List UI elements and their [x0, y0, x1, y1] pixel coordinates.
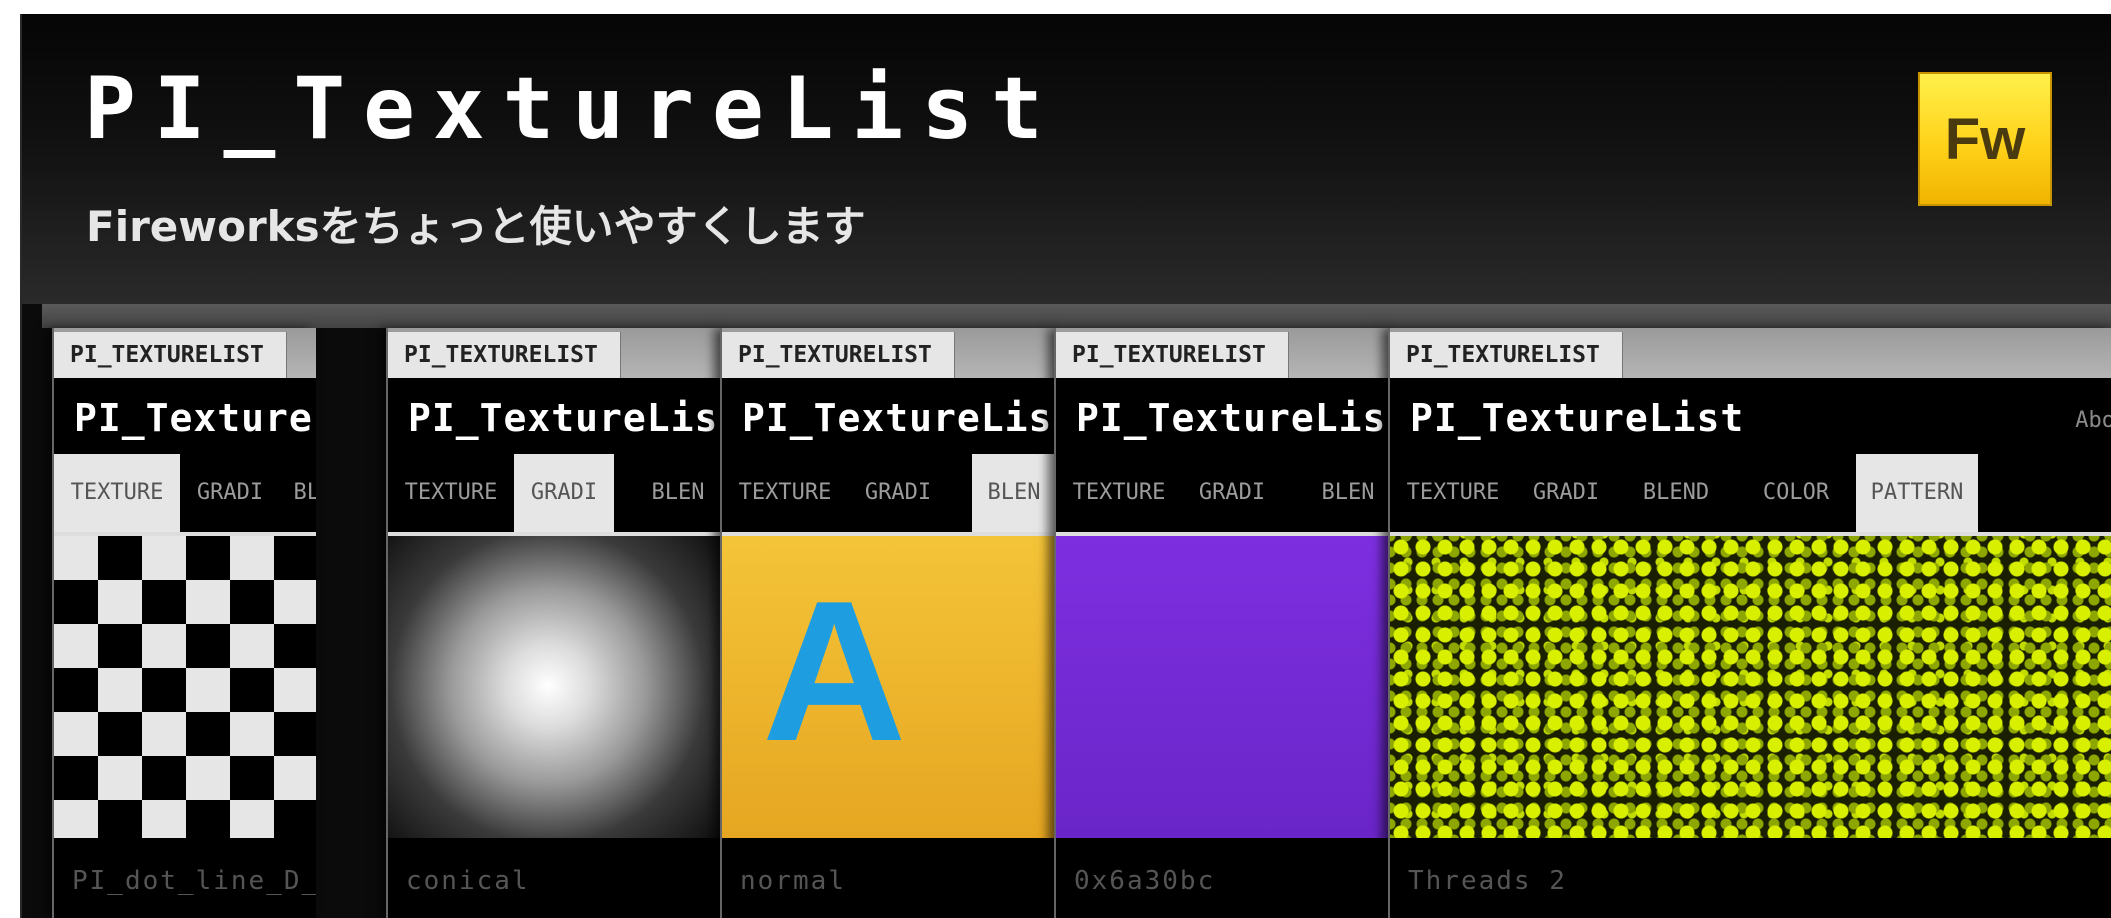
panel-titlebar: PI_TextureList Abo — [1390, 378, 2111, 454]
texture-panel-1: PI_TEXTURELIST PI_TextureList TEXTURE GR… — [52, 328, 316, 918]
app-subtitle: Fireworksをちょっと使いやすくします — [86, 202, 866, 251]
texture-panel-3: PI_TEXTURELIST PI_TextureList TEXTURE GR… — [720, 328, 1056, 918]
tab-gradi[interactable]: GRADI — [848, 454, 948, 532]
panel-tabbar: PI_TEXTURELIST — [722, 328, 1056, 378]
preview-caption: PI_dot_line_D_2a — [54, 838, 316, 918]
preview-name: normal — [740, 866, 846, 896]
panel-tabs: TEXTURE GRADI BLEN — [54, 454, 316, 532]
panel-titlebar: PI_TextureList — [388, 378, 722, 454]
preview-name: Threads 2 — [1408, 866, 1567, 896]
panel-title: PI_TextureList — [742, 396, 1056, 440]
panel-title: PI_TextureList — [1410, 396, 1745, 440]
about-link[interactable]: Abo — [2075, 408, 2111, 433]
panel-title: PI_TextureList — [1076, 396, 1390, 440]
panel-title: PI_TextureList — [74, 396, 316, 440]
tab-texture[interactable]: TEXTURE — [388, 454, 514, 532]
panel-tabs: TEXTURE GRADI BLEN — [722, 454, 1056, 532]
preview-name: PI_dot_line_D_2a — [72, 866, 316, 896]
panel-tabs: TEXTURE GRADI BLEN — [388, 454, 722, 532]
tab-texture[interactable]: TEXTURE — [1390, 454, 1516, 532]
tab-blend[interactable]: BLEN — [972, 454, 1056, 532]
panel-tab-label[interactable]: PI_TEXTURELIST — [54, 332, 287, 378]
tab-texture[interactable]: TEXTURE — [54, 454, 180, 532]
panel-tab-label[interactable]: PI_TEXTURELIST — [388, 332, 621, 378]
tab-blend[interactable]: BLEN — [1306, 454, 1390, 532]
tab-pattern[interactable]: PATTERN — [1856, 454, 1978, 532]
panel-tab-label[interactable]: PI_TEXTURELIST — [722, 332, 955, 378]
preview-caption: Threads 2 — [1390, 838, 2111, 918]
panel-tab-label[interactable]: PI_TEXTURELIST — [1390, 332, 1623, 378]
panel-tabs: TEXTURE GRADI BLEND COLOR PATTERN — [1390, 454, 2111, 532]
panel-tab-label[interactable]: PI_TEXTURELIST — [1056, 332, 1289, 378]
gradient-preview[interactable] — [388, 532, 722, 838]
banner-header: PI_TextureList Fireworksをちょっと使いやすくします Fw — [22, 14, 2111, 304]
panel-titlebar: PI_TextureList — [54, 378, 316, 454]
tab-texture[interactable]: TEXTURE — [1056, 454, 1182, 532]
tab-blend[interactable]: BLEN — [638, 454, 718, 532]
panel-titlebar: PI_TextureList — [722, 378, 1056, 454]
panel-title: PI_TextureList — [408, 396, 722, 440]
texture-panel-5: PI_TEXTURELIST PI_TextureList Abo TEXTUR… — [1388, 328, 2111, 918]
panel-tabbar: PI_TEXTURELIST — [54, 328, 316, 378]
tab-color[interactable]: COLOR — [1736, 454, 1856, 532]
pattern-preview[interactable] — [1390, 532, 2111, 838]
tab-gradi[interactable]: GRADI — [514, 454, 614, 532]
tab-gradi[interactable]: GRADI — [180, 454, 280, 532]
texture-preview[interactable] — [54, 532, 316, 838]
panel-tabbar: PI_TEXTURELIST — [388, 328, 722, 378]
blend-preview[interactable]: A — [722, 532, 1056, 838]
preview-name: conical — [406, 866, 530, 896]
tab-texture[interactable]: TEXTURE — [722, 454, 848, 532]
app-window: PI_TextureList Fireworksをちょっと使いやすくします Fw… — [20, 14, 2111, 918]
blend-preview-letter: A — [762, 560, 907, 783]
preview-caption: conical — [388, 838, 722, 918]
panel-tabs: TEXTURE GRADI BLEN — [1056, 454, 1390, 532]
panel-strip — [42, 304, 2111, 328]
tab-gradi[interactable]: GRADI — [1516, 454, 1616, 532]
app-title: PI_TextureList — [84, 59, 1061, 159]
tab-blend[interactable]: BLEND — [1616, 454, 1736, 532]
fireworks-logo-text: Fw — [1944, 106, 2026, 172]
tab-blend[interactable]: BLEN — [280, 454, 317, 532]
texture-panel-4: PI_TEXTURELIST PI_TextureList TEXTURE GR… — [1054, 328, 1390, 918]
panel-tabbar: PI_TEXTURELIST — [1390, 328, 2111, 378]
preview-name: 0x6a30bc — [1074, 866, 1216, 896]
fireworks-logo-icon: Fw — [1918, 72, 2052, 206]
color-preview[interactable] — [1056, 532, 1390, 838]
panel-titlebar: PI_TextureList — [1056, 378, 1390, 454]
preview-caption: 0x6a30bc — [1056, 838, 1390, 918]
preview-caption: normal — [722, 838, 1056, 918]
panel-tabbar: PI_TEXTURELIST — [1056, 328, 1390, 378]
texture-panel-2: PI_TEXTURELIST PI_TextureList TEXTURE GR… — [386, 328, 722, 918]
tab-gradi[interactable]: GRADI — [1182, 454, 1282, 532]
